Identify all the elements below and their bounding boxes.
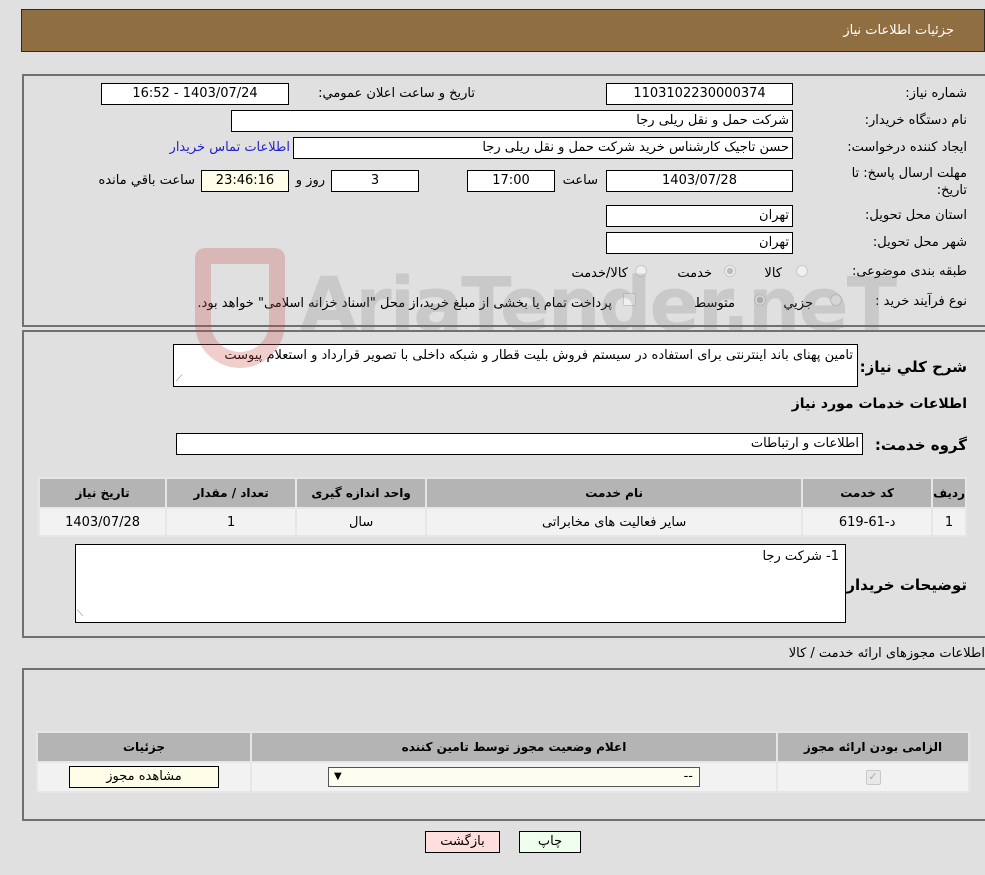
buyer-org-label: نام دستگاه خریدار: [864, 113, 967, 128]
deadline-date-field: 1403/07/28 [606, 170, 793, 192]
buyer-notes-textarea[interactable]: 1- شرکت رجا [75, 544, 846, 623]
permits-table-header: الزامی بودن ارائه مجوز اعلام وضعیت مجوز … [36, 731, 970, 763]
permits-table: الزامی بودن ارائه مجوز اعلام وضعیت مجوز … [36, 731, 970, 793]
buyer-contact-link[interactable]: اطلاعات تماس خریدار [170, 140, 290, 155]
category-option-goods: کالا [764, 266, 782, 281]
col-need-date: تاریخ نیاز [37, 477, 168, 509]
process-option-partial: جزیي [783, 296, 813, 311]
time-remaining-label: ساعت باقي مانده [98, 173, 195, 188]
creator-label: ایجاد کننده درخواست: [847, 140, 967, 155]
permit-status-value: -- [683, 769, 693, 784]
need-number-field: 1103102230000374 [606, 83, 793, 105]
service-group-field: اطلاعات و ارتباطات [176, 433, 863, 455]
permits-section-title: اطلاعات مجوزهای ارائه خدمت / کالا [788, 646, 985, 661]
deadline-time-label: ساعت [562, 173, 598, 188]
cell-permit-status: -- ▼ [250, 761, 778, 793]
announce-label: تاریخ و ساعت اعلان عمومي: [318, 86, 475, 101]
col-service-name: نام خدمت [425, 477, 804, 509]
services-section-title: اطلاعات خدمات مورد نیاز [791, 396, 967, 412]
province-field: تهران [606, 205, 793, 227]
col-quantity: تعداد / مقدار [165, 477, 298, 509]
cell-row: 1 [931, 507, 967, 537]
chevron-down-icon: ▼ [334, 771, 342, 782]
services-table-header: ردیف کد خدمت نام خدمت واحد اندازه گیری ت… [37, 477, 967, 509]
permit-status-select[interactable]: -- ▼ [328, 767, 700, 787]
cell-permit-required: ✓ [776, 761, 970, 793]
table-row: ✓ -- ▼ مشاهده مجوز [36, 761, 970, 793]
page-title: جزئیات اطلاعات نیاز [843, 23, 954, 38]
buyer-org-field: شرکت حمل و نقل ریلی رجا [231, 110, 793, 132]
cell-service-code: د-61-619 [801, 507, 934, 537]
col-permit-status: اعلام وضعیت مجوز توسط تامین کننده [250, 731, 778, 763]
back-button[interactable]: بازگشت [425, 831, 500, 853]
col-service-code: کد خدمت [801, 477, 934, 509]
category-label: طبقه بندی موضوعی: [851, 264, 967, 279]
col-permit-required: الزامی بودن ارائه مجوز [776, 731, 970, 763]
page-header: جزئیات اطلاعات نیاز [21, 9, 985, 52]
resize-handle-icon[interactable]: ⟋ [77, 609, 83, 619]
permit-required-checkbox: ✓ [865, 770, 881, 785]
process-type-label: نوع فرآیند خرید : [875, 294, 967, 309]
description-textarea[interactable]: تامین پهنای باند اینترنتی برای استفاده د… [173, 344, 858, 387]
process-radio-medium[interactable] [754, 294, 766, 306]
cell-service-name: سایر فعالیت های مخابراتی [425, 507, 804, 537]
deadline-time-field: 17:00 [467, 170, 555, 192]
col-unit: واحد اندازه گیری [295, 477, 428, 509]
cell-permit-details: مشاهده مجوز [36, 761, 252, 793]
deadline-label: مهلت ارسال پاسخ: تا تاریخ: [851, 166, 967, 198]
buyer-notes-label: توضیحات خریدار: [840, 576, 967, 594]
view-permit-button[interactable]: مشاهده مجوز [69, 766, 219, 788]
creator-field: حسن تاجیک کارشناس خرید شرکت حمل و نقل ری… [293, 137, 793, 159]
resize-handle-icon[interactable]: ⟋ [176, 374, 182, 384]
col-permit-details: جزئیات [36, 731, 252, 763]
city-label: شهر محل تحویل: [872, 235, 967, 250]
service-group-label: گروه خدمت: [874, 436, 967, 454]
category-option-goods-service: کالا/خدمت [571, 266, 628, 281]
announce-datetime-field: 1403/07/24 - 16:52 [101, 83, 289, 105]
treasury-note: پرداخت تمام یا بخشی از مبلغ خرید،از محل … [197, 296, 612, 311]
category-option-service: خدمت [677, 266, 712, 281]
category-radio-goods[interactable] [796, 265, 808, 277]
col-row: ردیف [931, 477, 967, 509]
days-remaining-field: 3 [331, 170, 419, 192]
province-label: استان محل تحویل: [865, 208, 967, 223]
process-radio-partial[interactable] [830, 294, 842, 306]
print-button[interactable]: چاپ [519, 831, 581, 853]
category-radio-service[interactable] [724, 265, 736, 277]
days-label: روز و [295, 173, 325, 188]
cell-quantity: 1 [165, 507, 298, 537]
time-remaining-field: 23:46:16 [201, 170, 289, 192]
cell-need-date: 1403/07/28 [37, 507, 168, 537]
services-table: ردیف کد خدمت نام خدمت واحد اندازه گیری ت… [37, 477, 967, 537]
need-number-label: شماره نیاز: [905, 86, 967, 101]
description-label: شرح کلي نیاز: [859, 358, 967, 376]
cell-unit: سال [295, 507, 428, 537]
process-option-medium: متوسط [694, 296, 735, 311]
category-radio-goods-service[interactable] [635, 265, 647, 277]
table-row: 1 د-61-619 سایر فعالیت های مخابراتی سال … [37, 507, 967, 537]
city-field: تهران [606, 232, 793, 254]
treasury-checkbox[interactable] [623, 293, 636, 306]
